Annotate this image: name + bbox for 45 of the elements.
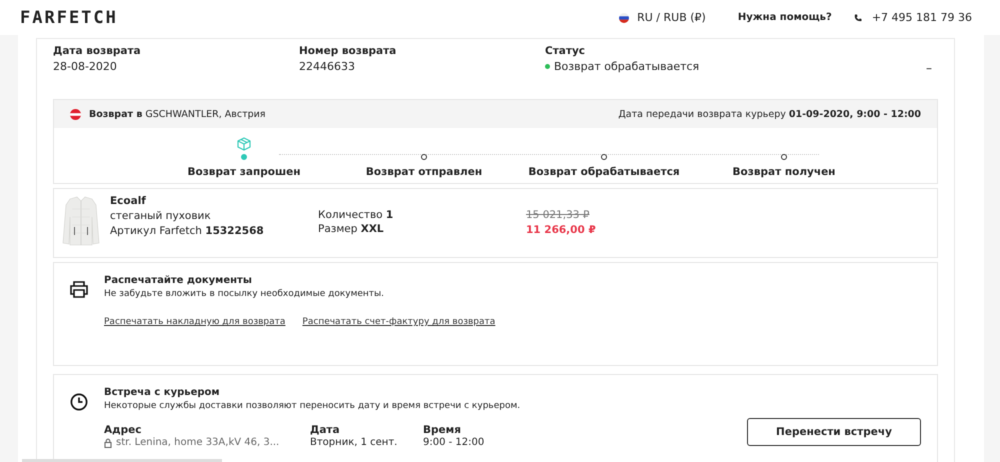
handover-date-text: Дата передачи возврата курьеру 01-09-2020, 9:00 - 12:00 <box>618 108 921 120</box>
section-title: Встреча с курьером <box>104 387 221 398</box>
print-link[interactable]: Распечатать накладную для возврата <box>104 317 286 327</box>
field-label: Дата <box>310 424 341 436</box>
step-label: Возврат обрабатывается <box>528 166 680 178</box>
printer-icon <box>70 281 88 298</box>
collapse-button[interactable]: – <box>926 61 938 75</box>
field-label: Дата возврата <box>53 45 142 57</box>
reschedule-button[interactable]: Перенести встречу <box>747 418 921 446</box>
step-label: Возврат запрошен <box>187 166 300 178</box>
lock-icon <box>104 438 112 448</box>
step-label: Возврат получен <box>732 166 836 178</box>
russia-flag-icon <box>619 12 630 22</box>
box-icon <box>237 137 251 151</box>
brand-name: Ecoalf <box>110 195 147 207</box>
article-number: Артикул Farfetch 15322568 <box>110 225 265 237</box>
field-value: 9:00 - 12:00 <box>423 437 486 449</box>
old-price: 15 021,33 ₽ <box>526 209 590 221</box>
help-link[interactable]: Нужна помощь? <box>738 12 832 23</box>
size-text: Размер XXL <box>318 223 385 235</box>
quantity-text: Количество 1 <box>318 209 394 221</box>
destination-text: Возврат в GSCHWANTLER, Австрия <box>89 108 266 120</box>
austria-flag-icon <box>70 108 81 120</box>
product-name: стеганый пуховик <box>110 210 212 222</box>
section-description: Не забудьте вложить в посылку необходимые документы. <box>104 289 386 299</box>
field-label: Время <box>423 424 462 436</box>
phone-icon <box>854 14 862 22</box>
field-value: 28-08-2020 <box>53 60 117 73</box>
field-value: Вторник, 1 сент. <box>310 437 398 449</box>
field-value: Возврат обрабатывается <box>554 60 700 73</box>
field-label: Номер возврата <box>299 45 398 57</box>
horizontal-scrollbar[interactable] <box>22 459 222 462</box>
sale-price: 11 266,00 ₽ <box>526 224 596 236</box>
phone-number[interactable]: +7 495 181 79 36 <box>872 11 972 24</box>
section-description: Некоторые службы доставки позволяют переносить дату и время встречи с курьером. <box>104 401 522 411</box>
step-label: Возврат отправлен <box>366 166 482 178</box>
field-value: 22446633 <box>299 60 355 73</box>
field-label: Статус <box>545 45 586 57</box>
address-value: str. Lenina, home 33A,kV 46, 3... <box>116 437 280 449</box>
farfetch-logo[interactable]: FARFETCH <box>20 8 620 28</box>
currency-selector[interactable]: RU / RUB (₽) <box>637 11 706 24</box>
clock-icon <box>70 393 88 411</box>
print-link[interactable]: Распечатать счет-фактуру для возврата <box>302 317 496 327</box>
field-label: Адрес <box>104 424 142 436</box>
section-title: Распечатайте документы <box>104 275 253 286</box>
